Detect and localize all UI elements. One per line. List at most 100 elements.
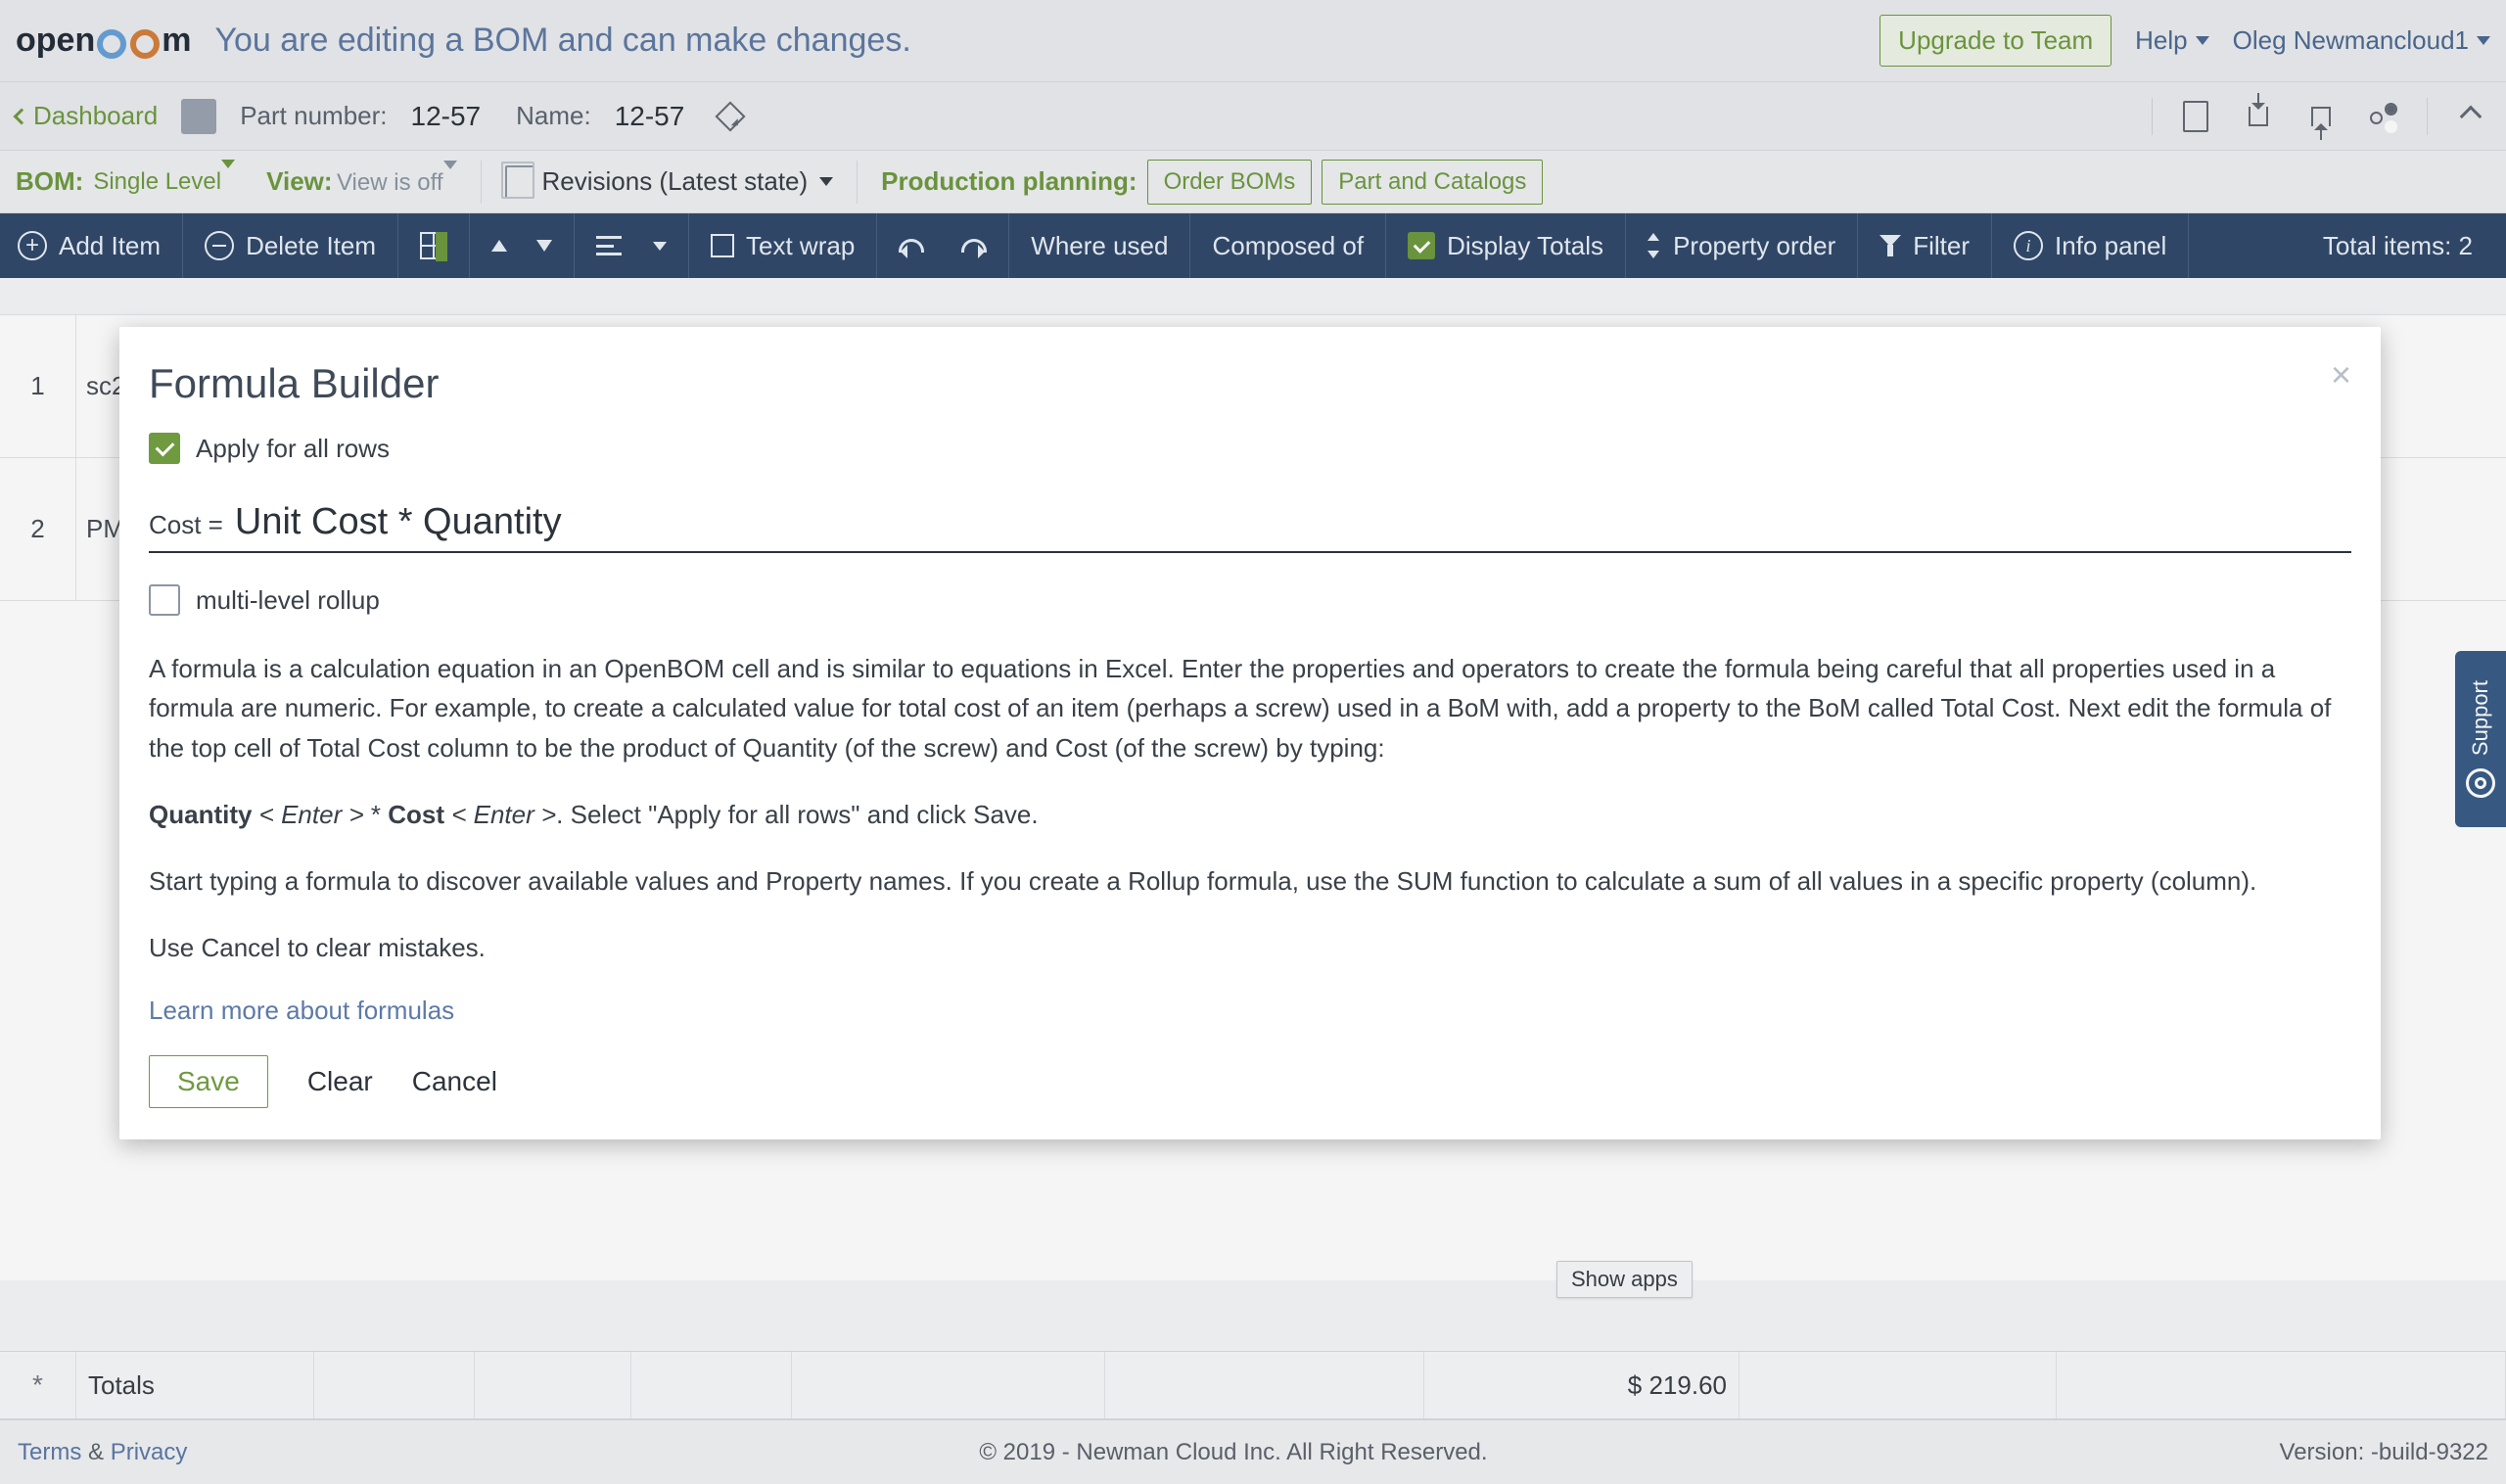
bom-dropdown[interactable]: Single Level [93,168,235,196]
editing-status: You are editing a BOM and can make chang… [214,22,910,60]
user-menu[interactable]: Oleg Newmancloud1 [2233,25,2490,56]
text-wrap-toggle[interactable]: Text wrap [689,213,877,278]
logo-text-right: m [162,22,191,60]
checkbox-icon [711,234,734,257]
grid-header [0,278,2506,315]
help-syntax: Quantity < Enter > * Cost < Enter >. Sel… [149,795,2351,834]
filter-button[interactable]: Filter [1858,213,1992,278]
clear-button[interactable]: Clear [307,1066,373,1097]
help-paragraph: Start typing a formula to discover avail… [149,861,2351,901]
close-icon[interactable]: × [2331,354,2351,395]
logo-o-blue-icon [97,29,126,59]
alignment-button[interactable] [575,213,689,278]
info-panel-button[interactable]: iInfo panel [1992,213,2189,278]
part-number-value: 12-57 [411,101,482,132]
undo-redo[interactable] [877,213,1009,278]
filter-icon [1880,235,1901,256]
version: Version: -build-9322 [2280,1439,2488,1466]
view-picker[interactable]: View: View is off [266,166,456,197]
download-icon[interactable] [2239,97,2278,136]
separator [2427,98,2428,135]
logo-o-orange-icon [130,29,160,59]
reorder-icon [1647,233,1657,258]
add-item-button[interactable]: +Add Item [18,213,183,278]
bom-label: BOM: [16,166,83,197]
minus-circle-icon [205,231,234,260]
support-tab[interactable]: Support [2455,651,2506,827]
collapse-panel[interactable] [2451,97,2490,136]
cancel-button[interactable]: Cancel [412,1066,497,1097]
planning-label: Production planning: [881,166,1137,197]
delete-item-button[interactable]: Delete Item [183,213,398,278]
row-first-cell[interactable]: PM [76,514,124,544]
back-to-dashboard[interactable]: Dashboard [16,101,158,131]
redo-icon [961,239,987,253]
formula-rhs[interactable]: Unit Cost * Quantity [235,501,2351,543]
row-first-cell[interactable]: sc2 [76,371,125,401]
name-value: 12-57 [615,101,685,132]
composed-of-button[interactable]: Composed of [1190,213,1386,278]
help-label: Help [2135,25,2187,56]
apply-all-checkbox[interactable]: Apply for all rows [149,433,2351,464]
checkbox-checked-icon [149,433,180,464]
footer: Terms & Privacy © 2019 - Newman Cloud In… [0,1419,2506,1484]
chevron-down-icon [2196,36,2209,45]
edit-name-icon[interactable] [716,101,746,131]
row-number: 2 [0,458,76,600]
document-icon[interactable] [2176,97,2215,136]
revisions-icon [505,165,534,199]
formula-builder-modal: × Formula Builder Apply for all rows Cos… [119,327,2381,1139]
chevron-down-icon [2477,36,2490,45]
terms-link[interactable]: Terms [18,1439,81,1465]
totals-label: Totals [76,1352,314,1418]
modal-title: Formula Builder [149,360,2351,407]
lifebuoy-icon [2466,768,2495,798]
align-icon [596,236,622,255]
help-paragraph: A formula is a calculation equation in a… [149,649,2351,767]
openbom-logo[interactable]: open m [16,22,191,60]
arrow-up-icon [491,240,507,252]
arrow-down-icon [536,240,552,252]
chevron-left-icon [14,108,30,124]
totals-cost: $ 219.60 [1424,1352,1740,1418]
where-used-button[interactable]: Where used [1009,213,1190,278]
chevron-down-icon [653,242,667,251]
learn-more-link[interactable]: Learn more about formulas [149,996,454,1026]
support-label: Support [2468,680,2493,756]
checkbox-icon [149,584,180,616]
logo-text-left: open [16,22,95,60]
show-apps-button[interactable]: Show apps [1556,1261,1693,1298]
formula-input[interactable]: Cost = Unit Cost * Quantity [149,497,2351,553]
multi-level-rollup-checkbox[interactable]: multi-level rollup [149,584,2351,616]
order-boms-button[interactable]: Order BOMs [1147,160,1313,205]
privacy-link[interactable]: Privacy [111,1439,188,1465]
property-order-button[interactable]: Property order [1626,213,1858,278]
upgrade-button[interactable]: Upgrade to Team [1880,15,2112,67]
multi-rollup-label: multi-level rollup [196,585,380,616]
revisions-dropdown[interactable]: Revisions (Latest state) [505,165,834,199]
info-icon: i [2014,231,2043,260]
part-number-label: Part number: [240,101,387,131]
move-rows-button[interactable] [470,213,575,278]
dashboard-label: Dashboard [33,101,158,131]
separator [2152,98,2153,135]
name-label: Name: [516,101,591,131]
undo-icon [899,239,924,253]
user-name: Oleg Newmancloud1 [2233,25,2469,56]
checkbox-checked-icon [1408,232,1435,259]
help-menu[interactable]: Help [2135,25,2208,56]
row-number: 1 [0,315,76,457]
thumbnail-icon[interactable] [181,99,216,134]
total-items-count: Total items: 2 [2307,231,2488,261]
totals-row: * Totals $ 219.60 [0,1351,2506,1419]
grid-icon [420,232,447,259]
formula-lhs: Cost = [149,510,223,540]
totals-star: * [0,1352,76,1418]
display-totals-toggle[interactable]: Display Totals [1386,213,1626,278]
change-columns-button[interactable] [398,213,470,278]
upload-icon[interactable] [2301,97,2341,136]
plus-circle-icon: + [18,231,47,260]
share-icon[interactable] [2364,97,2403,136]
save-button[interactable]: Save [149,1055,268,1108]
part-catalogs-button[interactable]: Part and Catalogs [1322,160,1543,205]
